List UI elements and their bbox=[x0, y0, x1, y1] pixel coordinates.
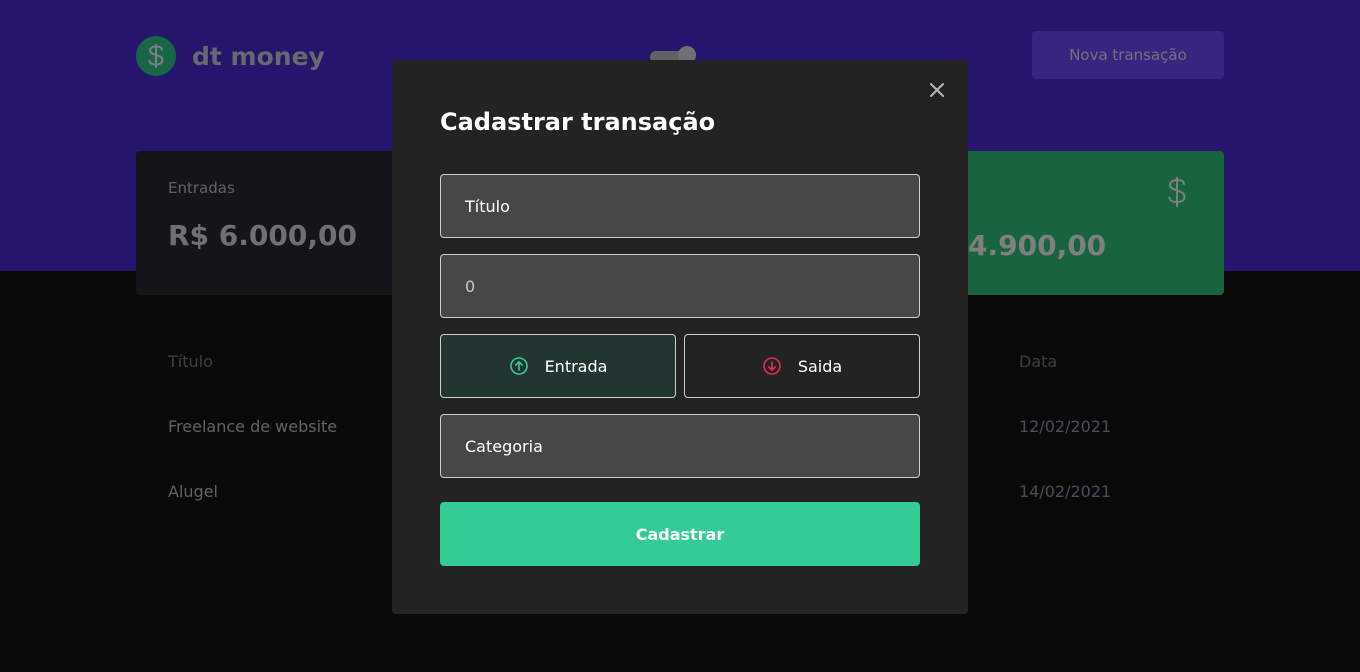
arrow-down-circle-icon bbox=[763, 357, 781, 375]
close-button[interactable] bbox=[928, 81, 946, 99]
outcome-type-label: Saida bbox=[797, 356, 843, 376]
category-input[interactable]: Categoria bbox=[440, 414, 920, 478]
submit-button[interactable]: Cadastrar bbox=[440, 502, 920, 566]
modal-title: Cadastrar transação bbox=[440, 108, 716, 136]
title-input[interactable]: Título bbox=[440, 174, 920, 238]
amount-input[interactable]: 0 bbox=[440, 254, 920, 318]
close-icon bbox=[930, 83, 944, 97]
income-type-button[interactable]: Entrada bbox=[440, 334, 676, 398]
income-type-label: Entrada bbox=[544, 356, 608, 376]
outcome-type-button[interactable]: Saida bbox=[684, 334, 920, 398]
new-transaction-modal: Cadastrar transação Título 0 Entrada Sai… bbox=[392, 60, 968, 614]
arrow-up-circle-icon bbox=[509, 357, 528, 375]
